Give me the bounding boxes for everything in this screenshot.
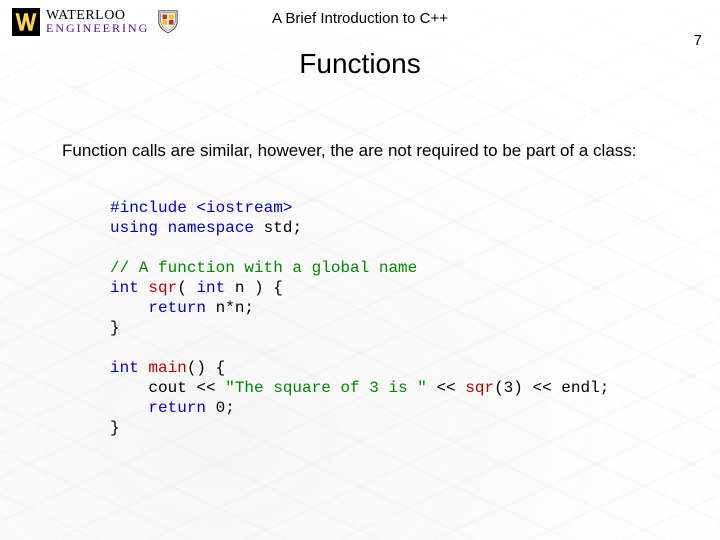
slide-title: Functions: [0, 48, 720, 80]
code-token: return: [148, 399, 206, 417]
code-token: int: [110, 279, 139, 297]
code-token: // A function with a global name: [110, 259, 417, 277]
brand-bottom: ENGINEERING: [46, 23, 149, 34]
code-token: (3) << endl;: [494, 379, 609, 397]
body-text: Function calls are similar, however, the…: [62, 140, 668, 162]
code-token: sqr: [465, 379, 494, 397]
code-token: main: [148, 359, 186, 377]
code-token: }: [110, 419, 120, 437]
code-token: cout <<: [110, 379, 225, 397]
code-token: <<: [427, 379, 465, 397]
code-token: (: [177, 279, 196, 297]
code-token: "The square of 3 is ": [225, 379, 427, 397]
waterloo-w-icon: [12, 8, 40, 36]
page-number: 7: [694, 32, 702, 49]
code-token: [139, 279, 149, 297]
code-token: }: [110, 319, 120, 337]
slide: WATERLOO ENGINEERING A Brief Introductio…: [0, 0, 720, 540]
code-token: [139, 359, 149, 377]
code-token: 0;: [206, 399, 235, 417]
code-token: #include <iostream>: [110, 199, 292, 217]
code-token: int: [110, 359, 139, 377]
code-token: return: [148, 299, 206, 317]
code-token: std;: [254, 219, 302, 237]
crest-icon: [157, 9, 179, 35]
code-token: n ) {: [225, 279, 283, 297]
brand-text: WATERLOO ENGINEERING: [46, 10, 149, 33]
code-token: [110, 399, 148, 417]
code-token: [110, 299, 148, 317]
brand-header: WATERLOO ENGINEERING: [12, 8, 179, 36]
code-token: int: [196, 279, 225, 297]
code-block: #include <iostream> using namespace std;…: [110, 198, 680, 438]
code-token: using namespace: [110, 219, 254, 237]
code-token: () {: [187, 359, 225, 377]
code-token: sqr: [148, 279, 177, 297]
code-token: n*n;: [206, 299, 254, 317]
